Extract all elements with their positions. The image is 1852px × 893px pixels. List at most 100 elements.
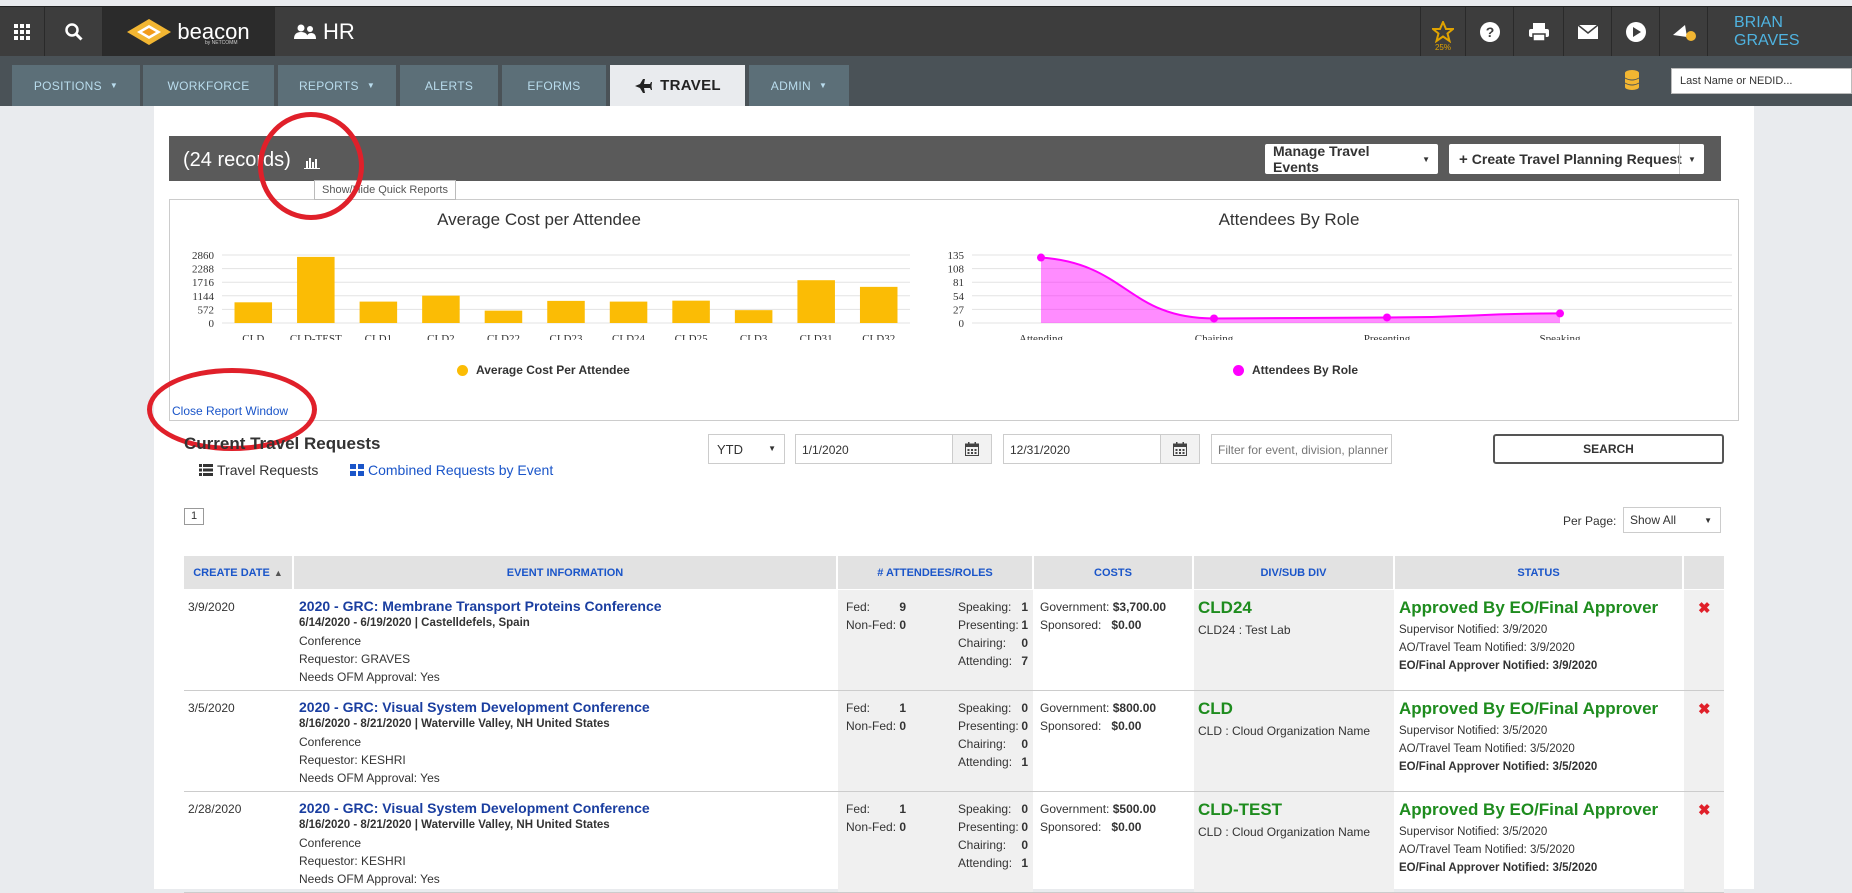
- col-header-actions: [1684, 556, 1724, 589]
- filter-input[interactable]: Filter for event, division, planner: [1211, 434, 1392, 464]
- manage-travel-events-button[interactable]: Manage Travel Events ▼: [1265, 143, 1438, 175]
- search-button[interactable]: SEARCH: [1493, 434, 1724, 464]
- print-icon[interactable]: [1514, 7, 1564, 57]
- y-tick-label: 572: [198, 304, 215, 316]
- x-tick-label: CLD: [242, 333, 264, 340]
- tab-workforce[interactable]: WORKFORCE: [143, 65, 274, 106]
- start-date-input[interactable]: 1/1/2020: [795, 434, 953, 464]
- delete-icon[interactable]: ✖: [1698, 802, 1711, 820]
- y-tick-label: 54: [953, 291, 965, 303]
- event-title-link[interactable]: 2020 - GRC: Visual System Development Co…: [299, 699, 834, 715]
- tab-alerts[interactable]: ALERTS: [400, 65, 498, 106]
- eo-notified: EO/Final Approver Notified: 3/5/2020: [1399, 761, 1598, 773]
- tab-positions[interactable]: POSITIONS ▼: [12, 65, 140, 106]
- x-tick-label: CLD22: [487, 333, 520, 340]
- table-row[interactable]: 2/28/2020 2020 - GRC: Visual System Deve…: [184, 792, 1724, 893]
- calendar-icon[interactable]: [952, 434, 992, 464]
- y-tick-label: 0: [959, 318, 965, 330]
- user-menu[interactable]: BRIAN GRAVES: [1708, 7, 1852, 57]
- per-page-select[interactable]: Show All ▼: [1623, 507, 1721, 533]
- x-tick-label: CLD3: [740, 333, 768, 340]
- col-header-create-date[interactable]: CREATE DATE ▲: [184, 556, 293, 589]
- current-travel-requests-title: Current Travel Requests: [184, 434, 381, 453]
- area-chart-legend[interactable]: Attendees By Role: [1233, 363, 1358, 377]
- end-date-input[interactable]: 12/31/2020: [1003, 434, 1161, 464]
- caret-down-icon: ▼: [1704, 516, 1712, 525]
- event-title-link[interactable]: 2020 - GRC: Visual System Development Co…: [299, 800, 834, 816]
- attendees-roles: Fed: 9 Non-Fed: 0 Speaking: 1 Presenting: 1 …: [838, 590, 1033, 690]
- y-tick-label: 108: [948, 264, 965, 276]
- nonfed-label: Non-Fed:: [846, 618, 897, 632]
- eo-notified: EO/Final Approver Notified: 3/9/2020: [1399, 660, 1598, 672]
- y-tick-label: 135: [948, 250, 965, 262]
- calendar-icon[interactable]: [1160, 434, 1200, 464]
- caret-down-icon[interactable]: ▼: [1679, 144, 1704, 174]
- attending-count: 1: [1021, 755, 1028, 769]
- period-select[interactable]: YTD ▼: [708, 434, 785, 464]
- data-point: [1556, 309, 1564, 318]
- apps-grid-icon[interactable]: [0, 7, 45, 57]
- gov-cost: $500.00: [1112, 802, 1157, 816]
- travel-requests-view-link[interactable]: Travel Requests: [199, 462, 318, 478]
- beacon-logo[interactable]: beacon by NETCOMM: [103, 7, 275, 57]
- create-date: 3/9/2020: [188, 600, 235, 614]
- supervisor-notified: Supervisor Notified: 3/5/2020: [1399, 725, 1548, 737]
- ao-notified: AO/Travel Team Notified: 3/5/2020: [1399, 743, 1575, 755]
- y-tick-label: 1716: [192, 277, 215, 289]
- bar-chart-legend[interactable]: Average Cost Per Attendee: [457, 363, 630, 377]
- mail-icon[interactable]: [1564, 7, 1612, 57]
- airplane-icon: [635, 78, 653, 93]
- database-icon[interactable]: [1624, 70, 1640, 93]
- gov-label: Government:: [1040, 600, 1110, 614]
- users-icon: [294, 24, 316, 39]
- help-icon[interactable]: ?: [1466, 7, 1514, 57]
- announcements-icon[interactable]: [1660, 7, 1708, 57]
- tab-eforms[interactable]: EFORMS: [502, 65, 606, 106]
- speaking-label: Speaking:: [958, 600, 1012, 614]
- play-icon[interactable]: [1612, 7, 1660, 57]
- area-fill: [1041, 257, 1560, 323]
- division: CLD24 CLD24 : Test Lab: [1194, 590, 1394, 690]
- x-tick-label: CLD32: [862, 333, 895, 340]
- page-number[interactable]: 1: [184, 508, 204, 525]
- delete-icon[interactable]: ✖: [1698, 701, 1711, 719]
- legend-label: Attendees By Role: [1252, 363, 1359, 377]
- favorites-star-icon[interactable]: 25%: [1420, 7, 1466, 57]
- event-title-link[interactable]: 2020 - GRC: Membrane Transport Proteins …: [299, 598, 834, 614]
- x-tick-label: CLD23: [550, 333, 584, 340]
- col-header-div-sub-div[interactable]: DIV/SUB DIV: [1194, 556, 1394, 589]
- create-travel-request-button[interactable]: + Create Travel Planning Request ▼: [1449, 144, 1704, 174]
- attending-label: Attending:: [958, 856, 1013, 870]
- status: Approved By EO/Final Approver Supervisor…: [1395, 792, 1683, 892]
- col-header-costs[interactable]: COSTS: [1034, 556, 1193, 589]
- costs: Government: $800.00 Sponsored: $0.00: [1035, 691, 1193, 791]
- table-row[interactable]: 3/9/2020 2020 - GRC: Membrane Transport …: [184, 590, 1724, 691]
- col-header-event-information[interactable]: EVENT INFORMATION: [294, 556, 837, 589]
- col-header-attendees-roles[interactable]: # ATTENDEES/ROLES: [838, 556, 1033, 589]
- search-icon[interactable]: [45, 7, 103, 57]
- tab-reports[interactable]: REPORTS ▼: [278, 65, 396, 106]
- ofm-approval: Needs OFM Approval: Yes: [299, 670, 440, 684]
- attending-label: Attending:: [958, 755, 1013, 769]
- event-dates-location: 8/16/2020 - 8/21/2020 | Waterville Valle…: [299, 718, 610, 730]
- requestor: Requestor: KESHRI: [299, 854, 406, 868]
- tab-travel[interactable]: TRAVEL: [610, 65, 745, 106]
- x-tick-label: CLD24: [612, 333, 646, 340]
- gov-cost: $800.00: [1112, 701, 1157, 715]
- status-title: Approved By EO/Final Approver: [1399, 800, 1659, 819]
- gov-label: Government:: [1040, 802, 1110, 816]
- employee-search-input[interactable]: Last Name or NEDID...: [1671, 68, 1852, 94]
- bar: [672, 300, 710, 323]
- event-type: Conference: [299, 836, 362, 850]
- combined-requests-link[interactable]: Combined Requests by Event: [350, 462, 553, 478]
- col-header-status[interactable]: STATUS: [1395, 556, 1683, 589]
- supervisor-notified: Supervisor Notified: 3/5/2020: [1399, 826, 1548, 838]
- sponsored-cost: $0.00: [1111, 618, 1142, 632]
- tab-admin[interactable]: ADMIN ▼: [749, 65, 849, 106]
- delete-icon[interactable]: ✖: [1698, 600, 1711, 618]
- presenting-count: 0: [1021, 820, 1028, 834]
- attending-count: 1: [1021, 856, 1028, 870]
- table-row[interactable]: 3/5/2020 2020 - GRC: Visual System Devel…: [184, 691, 1724, 792]
- bar: [609, 301, 648, 323]
- quick-reports-panel: Average Cost per Attendee Attendees By R…: [169, 199, 1739, 421]
